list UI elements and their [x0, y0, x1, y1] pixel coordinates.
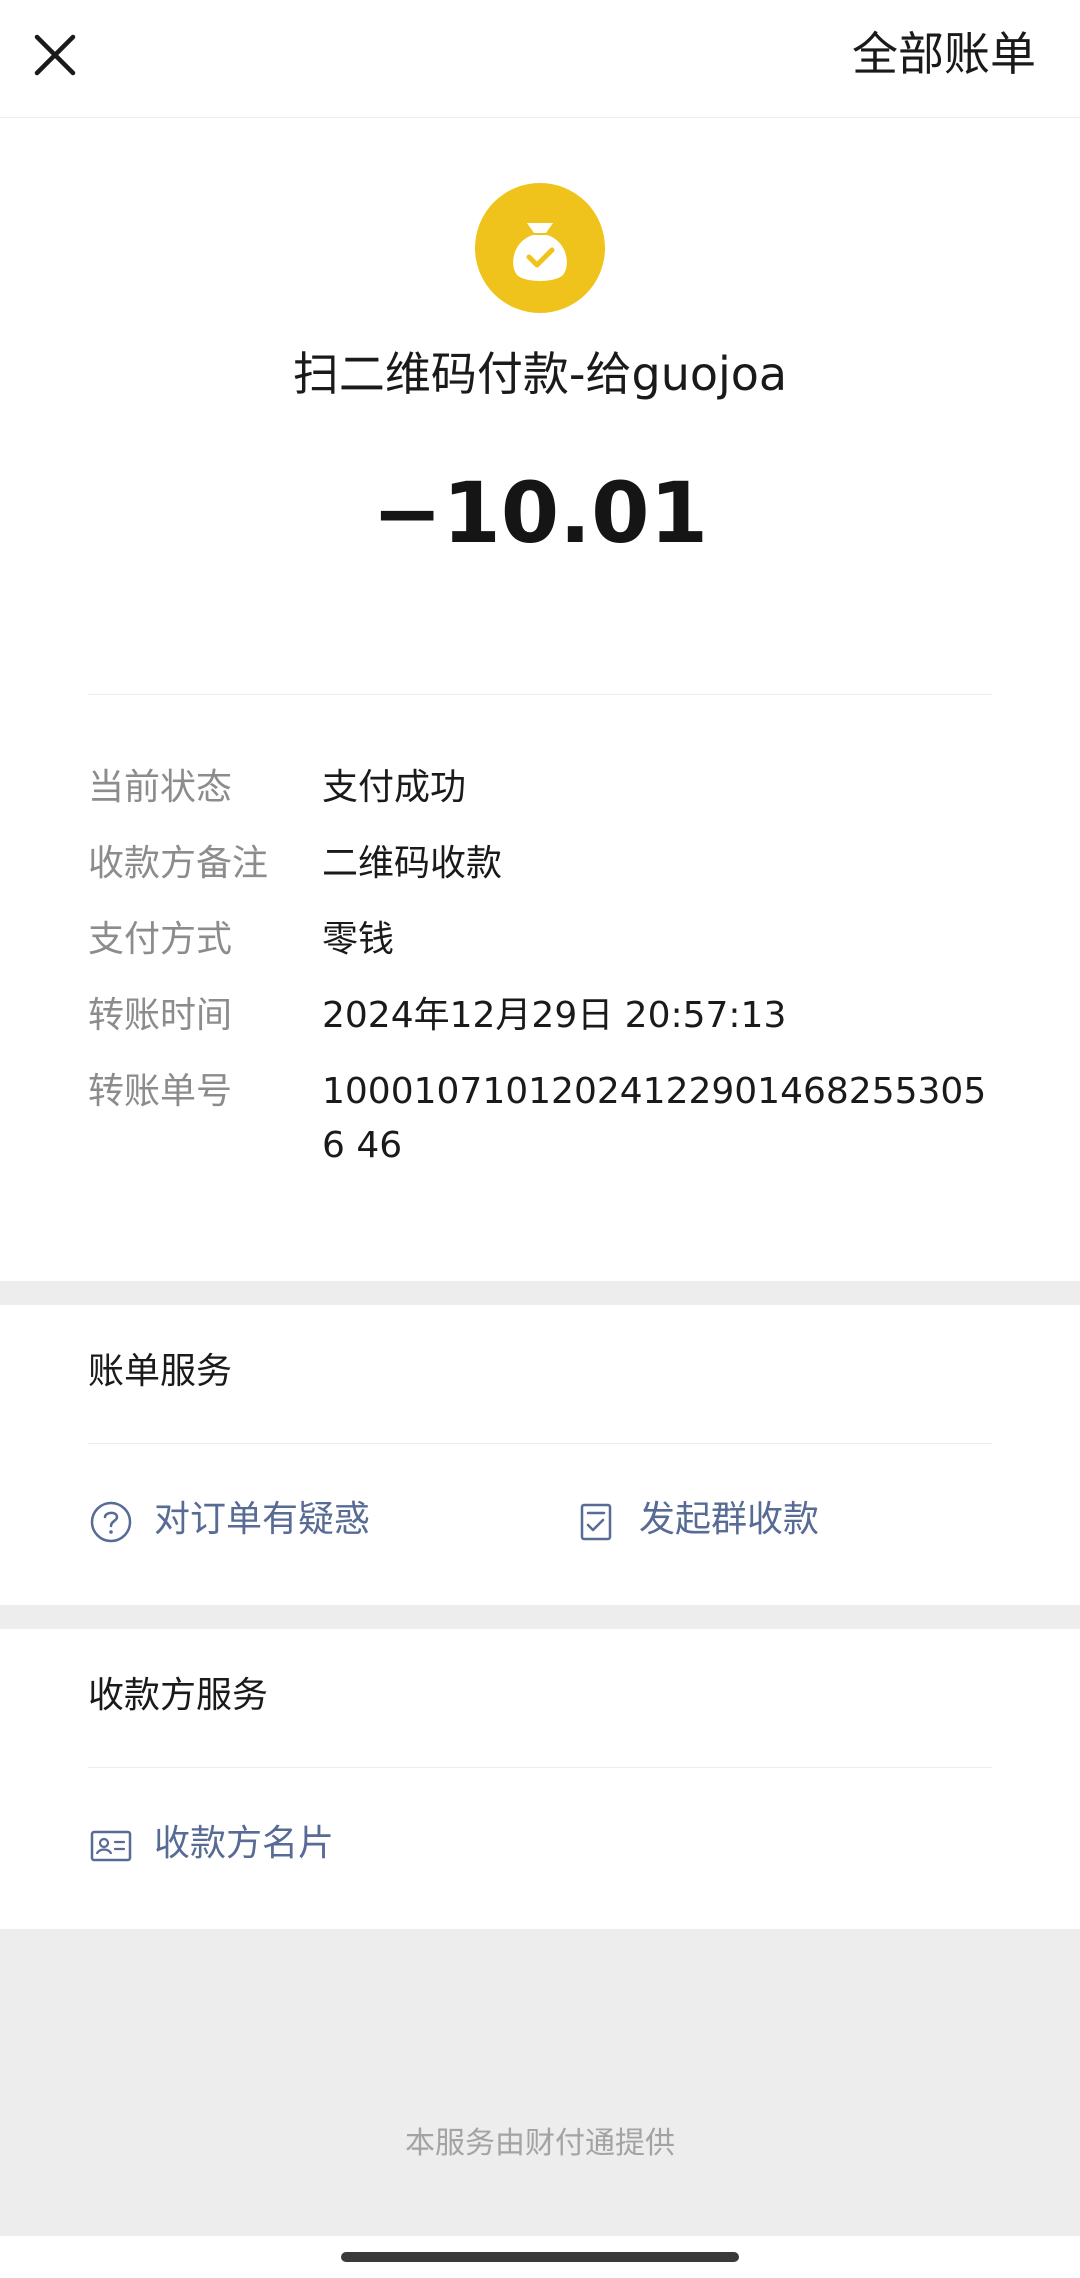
detail-label: 转账时间	[88, 995, 233, 1036]
service-label: 收款方名片	[154, 1823, 335, 1864]
all-bills-link[interactable]: 全部账单	[852, 24, 1036, 84]
money-bag-check-icon	[475, 183, 605, 313]
footer-provider-text: 本服务由财付通提供	[405, 2126, 675, 2161]
question-circle-icon	[88, 1499, 134, 1545]
divider	[88, 1767, 992, 1768]
transaction-title: 扫二维码付款-给guojoa	[292, 347, 788, 401]
detail-value: 支付成功	[322, 767, 467, 808]
detail-value: 二维码收款	[322, 843, 503, 884]
home-indicator[interactable]	[341, 2252, 739, 2262]
transaction-summary-card: 扫二维码付款-给guojoa −10.01 当前状态 支付成功 收款方备注 二维…	[0, 118, 1080, 1281]
detail-value: 零钱	[322, 919, 395, 960]
section-title: 收款方服务	[88, 1675, 269, 1716]
section-title: 账单服务	[88, 1351, 233, 1392]
business-card-icon	[88, 1823, 134, 1869]
transaction-amount: −10.01	[371, 464, 709, 562]
detail-label: 收款方备注	[88, 843, 269, 884]
checklist-icon	[573, 1499, 619, 1545]
bill-services-card: 账单服务 对订单有疑惑 发起群收款	[0, 1305, 1080, 1605]
bill-detail-page: 全部账单 扫二维码付款-给guojoa −10.01 当前状态 支付成功 收款方…	[0, 0, 1080, 2278]
detail-value: 2024年12月29日 20:57:13	[322, 995, 787, 1036]
divider	[88, 1443, 992, 1444]
detail-label: 当前状态	[88, 767, 233, 808]
group-collect-button[interactable]: 发起群收款	[573, 1491, 873, 1555]
transfer-number-value[interactable]: 100010710120241229014682553056 46	[322, 1065, 992, 1173]
divider	[88, 694, 992, 695]
service-label: 对订单有疑惑	[154, 1499, 371, 1540]
service-label: 发起群收款	[639, 1499, 820, 1540]
close-button[interactable]	[22, 22, 88, 88]
payee-services-card: 收款方服务 收款方名片	[0, 1629, 1080, 1929]
detail-label: 支付方式	[88, 919, 233, 960]
order-question-button[interactable]: 对订单有疑惑	[88, 1491, 408, 1555]
payee-card-button[interactable]: 收款方名片	[88, 1815, 388, 1879]
close-icon	[34, 34, 76, 76]
detail-label: 转账单号	[88, 1071, 233, 1112]
top-bar: 全部账单	[0, 0, 1080, 118]
